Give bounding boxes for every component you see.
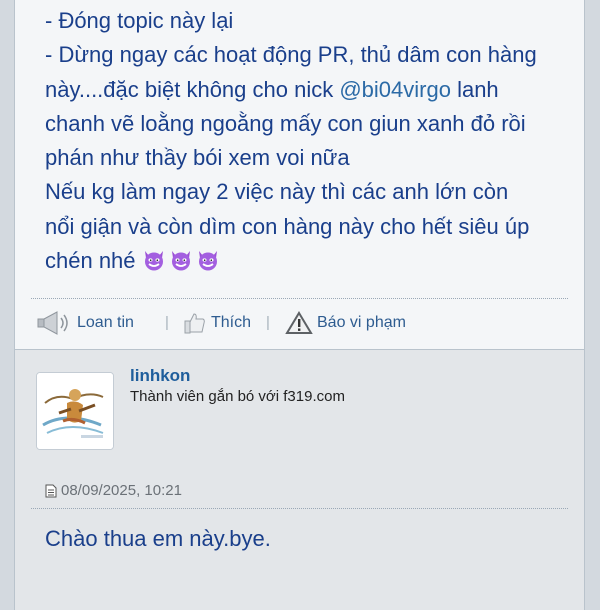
devil-emoji-icon (171, 251, 190, 271)
action-separator: | (266, 314, 270, 331)
message-line: chén nhé (45, 244, 575, 278)
post-1: - Đóng topic này lại - Dừng ngay các hoạ… (14, 0, 585, 350)
message-line: phán như thầy bói xem voi nữa (45, 145, 350, 171)
divider (31, 298, 568, 299)
user-title: Thành viên gắn bó với f319.com (130, 388, 345, 405)
like-button[interactable]: Thích (183, 308, 251, 338)
like-label: Thích (211, 314, 252, 331)
report-label: Báo vi phạm (317, 314, 406, 331)
action-separator: | (165, 314, 169, 331)
megaphone-icon (37, 311, 68, 335)
report-button[interactable]: Báo vi phạm (285, 308, 406, 338)
share-label: Loan tin (77, 314, 134, 331)
message-line: này....đặc biệt không cho nick @bi04virg… (45, 73, 575, 107)
warning-icon (285, 311, 313, 334)
divider (31, 508, 568, 509)
thumbs-up-icon (184, 313, 205, 334)
devil-emoji-icon (198, 251, 217, 271)
message-line: - Đóng topic này lại (45, 8, 234, 33)
message-line: - Dừng ngay các hoạt động PR, thủ dâm co… (45, 42, 537, 68)
devil-emoji-icon (144, 251, 163, 271)
username-link[interactable]: linhkon (130, 366, 190, 386)
avatar[interactable] (36, 372, 114, 450)
message-line: nổi giận và còn dìm con hàng này cho hết… (45, 213, 530, 239)
post-1-message: - Đóng topic này lại - Dừng ngay các hoạ… (45, 4, 575, 278)
message-text: lanh (450, 76, 499, 102)
post-actions: Loan tin | Thích | Báo vi phạm (37, 308, 557, 338)
post-meta: 08/09/2025, 10:21 (45, 482, 182, 499)
post-2-message: Chào thua em này.bye. (45, 526, 271, 551)
post-timestamp[interactable]: 08/09/2025, 10:21 (61, 482, 182, 499)
avatar-image (37, 373, 113, 449)
message-text: chén nhé (45, 248, 142, 274)
message-line: Nếu kg làm ngay 2 việc này thì các anh l… (45, 179, 509, 205)
message-line: chanh vẽ loằng ngoằng mấy con giun xanh … (45, 110, 526, 136)
user-mention-link[interactable]: @bi04virgo (339, 77, 451, 102)
message-text: này....đặc biệt không cho nick (45, 76, 340, 102)
post-2: linhkon Thành viên gắn bó với f319.com 0… (14, 350, 585, 610)
share-button[interactable]: Loan tin (37, 308, 134, 338)
document-icon (45, 484, 57, 497)
